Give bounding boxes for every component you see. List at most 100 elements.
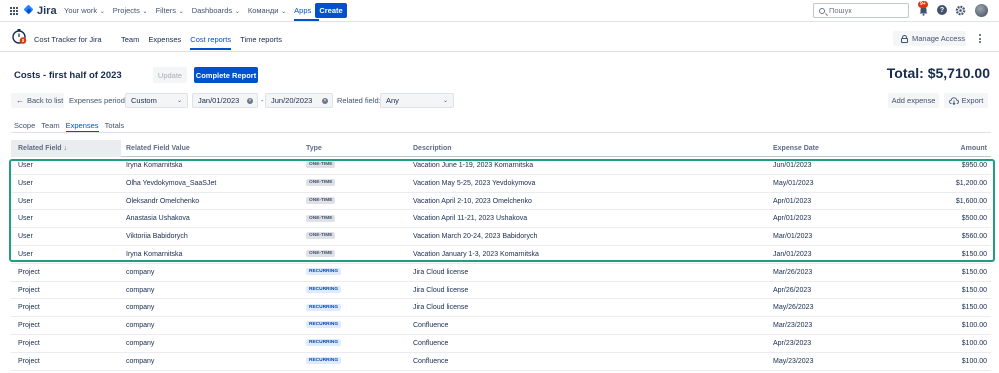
cell-type: ONE-TIME xyxy=(306,175,336,193)
app-name: Cost Tracker for Jira xyxy=(34,35,102,44)
type-tag: ONE-TIME xyxy=(306,214,336,222)
type-tag: ONE-TIME xyxy=(306,250,336,258)
cell-expense-date: Apr/26/2023 xyxy=(773,286,812,294)
cell-amount: $100.00 xyxy=(961,322,987,330)
subtab-totals[interactable]: Totals xyxy=(105,121,125,130)
cell-description: Vacation May 5-25, 2023 Yevdokymova xyxy=(413,179,536,187)
table-row[interactable]: Project company RECURRING Confluence May/23/… xyxy=(11,353,991,371)
cell-type: ONE-TIME xyxy=(306,228,336,246)
manage-access-button[interactable]: Manage Access xyxy=(893,31,966,46)
update-button[interactable]: Update xyxy=(153,67,187,83)
column-header-amount[interactable]: Amount xyxy=(961,140,987,157)
table-row[interactable]: Project company RECURRING Confluence Apr/23/… xyxy=(11,335,991,353)
table-row[interactable]: User Viktoriia Babidorych ONE-TIME Vacation… xyxy=(11,228,991,246)
tab-expenses[interactable]: Expenses xyxy=(148,35,181,44)
complete-report-button[interactable]: Complete Report xyxy=(194,67,258,83)
cell-expense-date: Jan/01/2023 xyxy=(773,250,812,258)
table-row[interactable]: User Anastasia Ushakova ONE-TIME Vacation A… xyxy=(11,210,991,229)
search-input[interactable] xyxy=(829,6,899,15)
tab-cost-reports[interactable]: Cost reports xyxy=(190,35,231,50)
cell-description: Confluence xyxy=(413,357,449,365)
cell-amount: $1,600.00 xyxy=(955,197,987,205)
table-row[interactable]: Project company RECURRING Jira Cloud licens… xyxy=(11,264,991,282)
table-row[interactable]: Project company RECURRING Jira Cloud licens… xyxy=(11,299,991,318)
cell-type: RECURRING xyxy=(306,317,342,335)
search-box[interactable] xyxy=(813,3,909,18)
clear-icon[interactable]: × xyxy=(322,97,328,104)
cell-description: Vacation June 1-19, 2023 Komarnitska xyxy=(413,162,534,169)
cell-related-value: company xyxy=(126,286,155,294)
cell-description: Vacation January 1-3, 2023 Komarnitska xyxy=(413,250,539,258)
nav-item-projects[interactable]: Projects ⌄ xyxy=(113,6,148,15)
column-header-description[interactable]: Description xyxy=(413,140,452,157)
tab-time-reports[interactable]: Time reports xyxy=(240,35,282,44)
manage-access-label: Manage Access xyxy=(912,34,965,43)
expenses-period-select[interactable]: Custom ⌄ xyxy=(125,93,188,108)
column-header-related-value[interactable]: Related Field Value xyxy=(126,140,190,157)
chevron-down-icon: ⌄ xyxy=(98,9,105,15)
expenses-period-value: Custom xyxy=(131,96,157,105)
cell-related-field: Project xyxy=(18,357,40,365)
chevron-down-icon: ⌄ xyxy=(140,9,148,15)
nav-item-filters[interactable]: Filters ⌄ xyxy=(156,6,184,15)
arrow-left-icon: ← xyxy=(16,95,24,105)
cell-type: RECURRING xyxy=(306,335,342,353)
table-row[interactable]: User Oleksandr Omelchenko ONE-TIME Vacation… xyxy=(11,193,991,211)
back-to-list-button[interactable]: ← Back to list xyxy=(11,93,64,108)
user-avatar[interactable] xyxy=(975,4,988,17)
top-navigation: Jira Your work ⌄ Projects ⌄ Filters ⌄ Da… xyxy=(0,0,999,22)
type-tag: RECURRING xyxy=(306,267,342,275)
cell-related-value: company xyxy=(126,304,155,312)
date-from-field[interactable]: Jan/01/2023 × xyxy=(192,93,258,108)
cell-related-value: Olha Yevdokymova_SaaSJet xyxy=(126,179,217,187)
cell-amount: $150.00 xyxy=(961,304,987,312)
cell-type: ONE-TIME xyxy=(306,157,336,175)
cell-related-value: company xyxy=(126,322,155,330)
clear-icon[interactable]: × xyxy=(247,97,253,104)
related-field-select[interactable]: Any ⌄ xyxy=(380,93,454,108)
cell-expense-date: Mar/23/2023 xyxy=(773,322,813,330)
cell-related-value: company xyxy=(126,357,155,365)
date-to-field[interactable]: Jun/20/2023 × xyxy=(265,93,333,108)
app-switcher-icon[interactable] xyxy=(10,7,18,15)
more-options-icon[interactable] xyxy=(976,31,984,46)
column-header-related-field[interactable]: Related Field ↓ xyxy=(11,140,121,157)
subtab-team[interactable]: Team xyxy=(41,121,59,130)
search-icon xyxy=(819,7,825,14)
export-button[interactable]: Export xyxy=(944,93,988,108)
help-icon[interactable]: ? xyxy=(937,5,947,15)
nav-item-your-work[interactable]: Your work ⌄ xyxy=(64,6,105,15)
table-row[interactable]: User Olha Yevdokymova_SaaSJet ONE-TIME Vaca… xyxy=(11,175,991,193)
jira-logo[interactable]: Jira xyxy=(24,5,57,17)
tab-team[interactable]: Team xyxy=(121,35,139,44)
cell-expense-date: Jun/01/2023 xyxy=(773,162,812,169)
table-row[interactable]: Project company RECURRING Confluence Mar/23/… xyxy=(11,317,991,335)
gear-icon[interactable] xyxy=(955,5,966,16)
nav-item-teams[interactable]: Команди ⌄ xyxy=(248,6,286,15)
column-header-expense-date[interactable]: Expense Date xyxy=(773,140,819,157)
expenses-period-label: Expenses period: xyxy=(69,96,127,105)
subtab-scope[interactable]: Scope xyxy=(14,121,35,130)
chevron-down-icon: ⌄ xyxy=(442,98,448,104)
table-row[interactable]: Project company RECURRING Jira Cloud licens… xyxy=(11,282,991,300)
cell-type: RECURRING xyxy=(306,353,342,371)
subtab-expenses[interactable]: Expenses xyxy=(65,121,99,133)
table-row[interactable]: User Iryna Komarnitska ONE-TIME Vacation Ja… xyxy=(11,246,991,264)
cost-tracker-logo-icon[interactable]: $ xyxy=(11,28,28,45)
cell-expense-date: Apr/01/2023 xyxy=(773,215,812,223)
cell-related-field: Project xyxy=(18,322,40,330)
date-range-separator: - xyxy=(261,96,264,105)
cell-amount: $500.00 xyxy=(961,215,987,223)
add-expense-button[interactable]: Add expense xyxy=(888,93,939,108)
cell-amount: $150.00 xyxy=(961,250,987,258)
create-button[interactable]: Create xyxy=(315,3,347,18)
cell-description: Jira Cloud license xyxy=(413,304,469,312)
cell-related-field: Project xyxy=(18,304,40,312)
cell-expense-date: Apr/01/2023 xyxy=(773,197,812,205)
chevron-down-icon: ⌄ xyxy=(279,9,287,15)
cell-related-field: User xyxy=(18,179,33,187)
table-row[interactable]: User Iryna Komarnitska ONE-TIME Vacation Ju… xyxy=(11,157,991,175)
column-header-type[interactable]: Type xyxy=(306,140,322,157)
nav-item-dashboards[interactable]: Dashboards ⌄ xyxy=(192,6,240,15)
chevron-down-icon: ⌄ xyxy=(176,98,182,104)
